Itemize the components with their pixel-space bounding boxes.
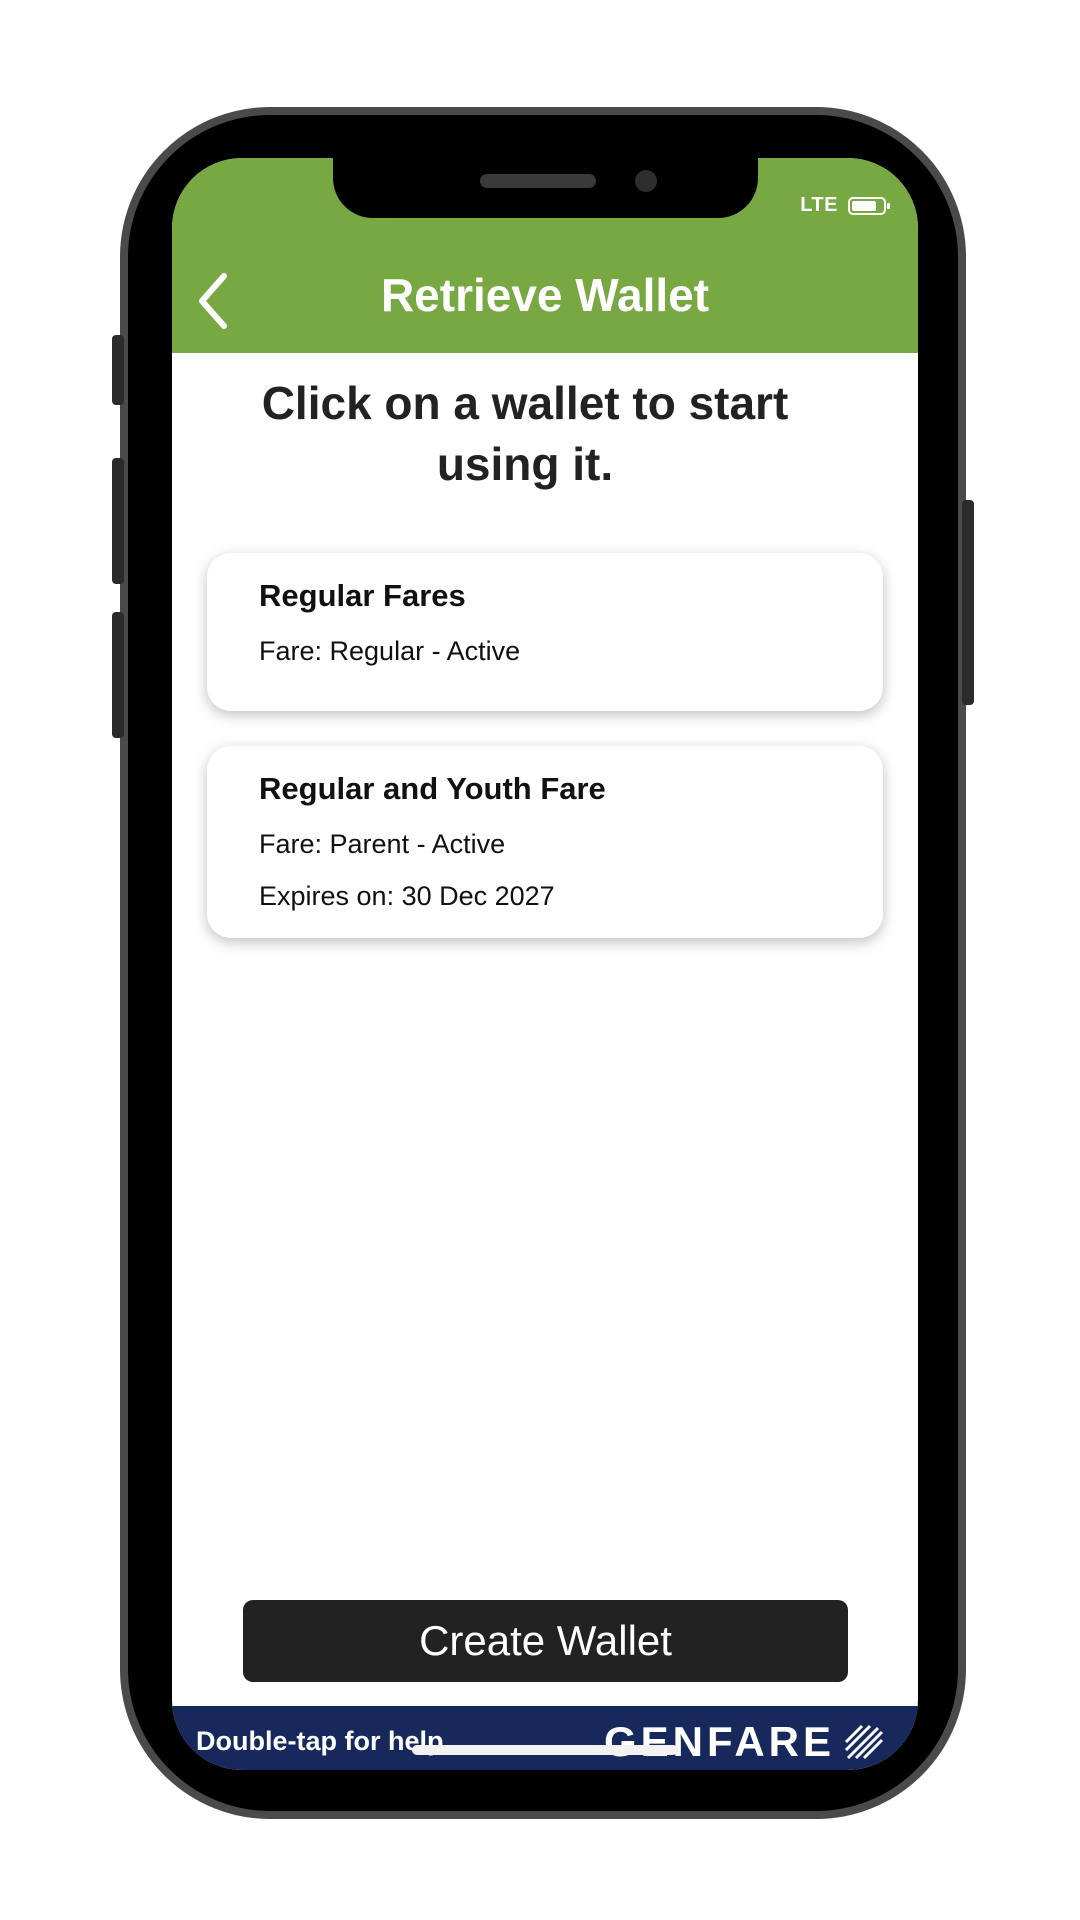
volume-down-button: [112, 612, 124, 738]
wallet-expiry: Expires on: 30 Dec 2027: [259, 881, 555, 911]
create-wallet-button[interactable]: Create Wallet: [243, 1600, 848, 1682]
power-button: [962, 500, 974, 705]
footer-bar: Double-tap for help GENFARE: [172, 1706, 918, 1770]
wallet-fare: Fare: Regular - Active: [259, 636, 521, 666]
genfare-mark-icon: [844, 1724, 884, 1760]
wallet-card-regular-youth[interactable]: Regular and Youth Fare Fare: Parent - Ac…: [207, 746, 883, 938]
wallet-fare: Fare: Parent - Active: [259, 829, 506, 859]
genfare-logo: GENFARE: [604, 1718, 836, 1765]
notch: [333, 158, 758, 218]
volume-up-button: [112, 458, 124, 584]
page-title: Retrieve Wallet: [380, 269, 710, 321]
status-bar: LTE: [800, 194, 890, 217]
battery-icon: [848, 196, 890, 215]
front-camera: [635, 170, 657, 192]
app-header: LTE Retrieve Wallet: [172, 158, 918, 353]
wallet-card-regular-fares[interactable]: Regular Fares Fare: Regular - Active: [207, 553, 883, 711]
help-text[interactable]: Double-tap for help: [196, 1726, 443, 1757]
home-indicator[interactable]: [412, 1745, 678, 1755]
wallet-name: Regular Fares: [259, 578, 466, 613]
wallet-name: Regular and Youth Fare: [259, 771, 606, 806]
speaker: [480, 174, 596, 188]
mute-switch: [112, 335, 124, 405]
screen: LTE Retrieve Wallet Click on a wallet to…: [172, 158, 918, 1770]
network-indicator: LTE: [800, 194, 838, 216]
instruction-text: Click on a wallet to start using it.: [261, 377, 789, 490]
